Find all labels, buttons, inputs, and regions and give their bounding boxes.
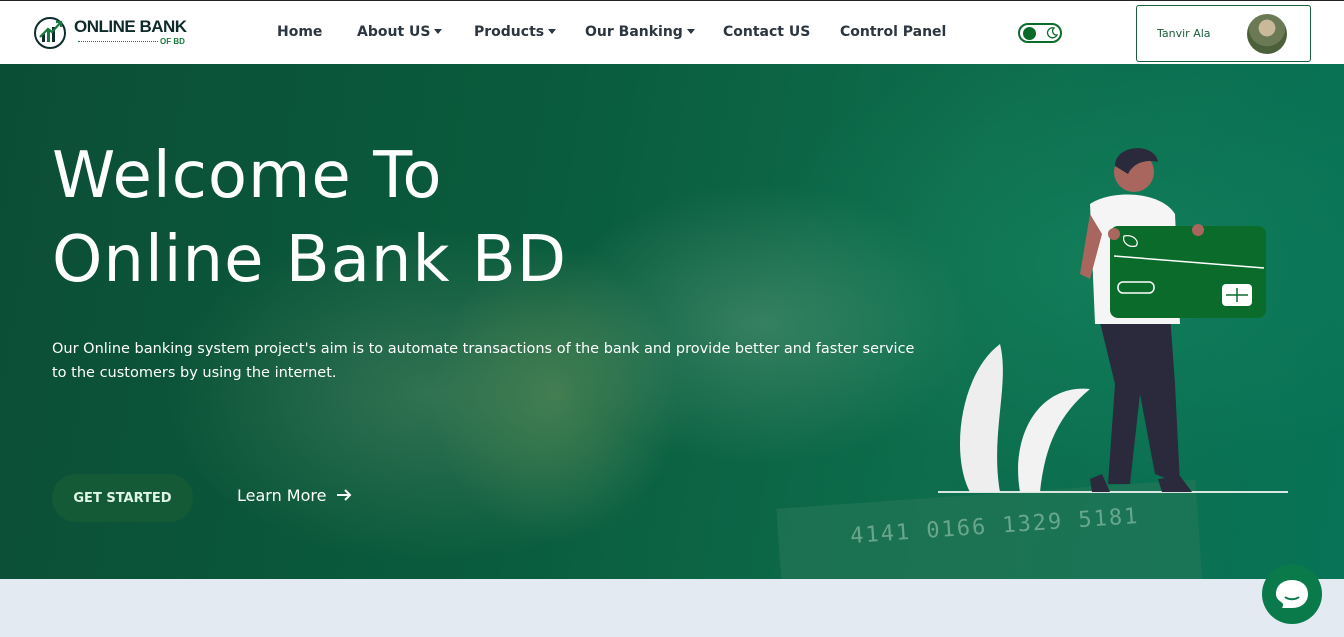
hero-section: 4141 0166 1329 5181 Welcome To Online Ban…: [0, 64, 1344, 579]
theme-toggle[interactable]: [1018, 23, 1062, 43]
user-profile[interactable]: Tanvir Ala: [1136, 5, 1311, 62]
hero-title-line2: Online Bank BD: [52, 223, 568, 297]
learn-more-link[interactable]: Learn More: [237, 486, 352, 505]
get-started-button[interactable]: GET STARTED: [52, 474, 193, 522]
learn-more-label: Learn More: [237, 486, 327, 505]
nav-control-panel[interactable]: Control Panel: [840, 24, 946, 40]
nav-control-panel-label: Control Panel: [840, 24, 947, 40]
hero-description: Our Online banking system project's aim …: [52, 341, 915, 381]
nav-home[interactable]: Home: [277, 24, 322, 40]
nav-contact[interactable]: Contact US: [723, 24, 810, 40]
nav-products[interactable]: Products: [474, 24, 557, 40]
hero-title-line1: Welcome To: [52, 139, 443, 213]
nav-about-label: About US: [357, 24, 431, 40]
nav-home-label: Home: [277, 24, 323, 40]
chat-button[interactable]: [1262, 564, 1322, 624]
chevron-down-icon: [686, 29, 695, 34]
person-holding-card-illustration: [938, 148, 1288, 493]
top-navbar: ONLINE BANK OF BD Home About US Products…: [0, 0, 1344, 64]
nav-contact-label: Contact US: [723, 24, 811, 40]
nav-our-banking[interactable]: Our Banking: [585, 24, 695, 40]
brand-logo[interactable]: ONLINE BANK OF BD: [34, 15, 194, 53]
brand-divider: [78, 41, 158, 42]
brand-name: ONLINE BANK: [74, 17, 187, 36]
bank-logo-icon: [34, 17, 66, 49]
chat-bubble-icon: [1276, 580, 1308, 608]
nav-about[interactable]: About US: [357, 24, 443, 40]
avatar: [1247, 14, 1287, 54]
user-name: Tanvir Ala: [1157, 27, 1211, 40]
chevron-down-icon: [434, 29, 443, 34]
brand-subname: OF BD: [160, 37, 185, 46]
hero-title: Welcome To Online Bank BD: [52, 134, 567, 302]
chevron-down-icon: [548, 29, 557, 34]
moon-icon: [1046, 27, 1058, 39]
toggle-knob: [1023, 27, 1036, 40]
nav-products-label: Products: [474, 24, 545, 40]
nav-our-banking-label: Our Banking: [585, 24, 683, 40]
arrow-right-icon: [336, 489, 351, 501]
